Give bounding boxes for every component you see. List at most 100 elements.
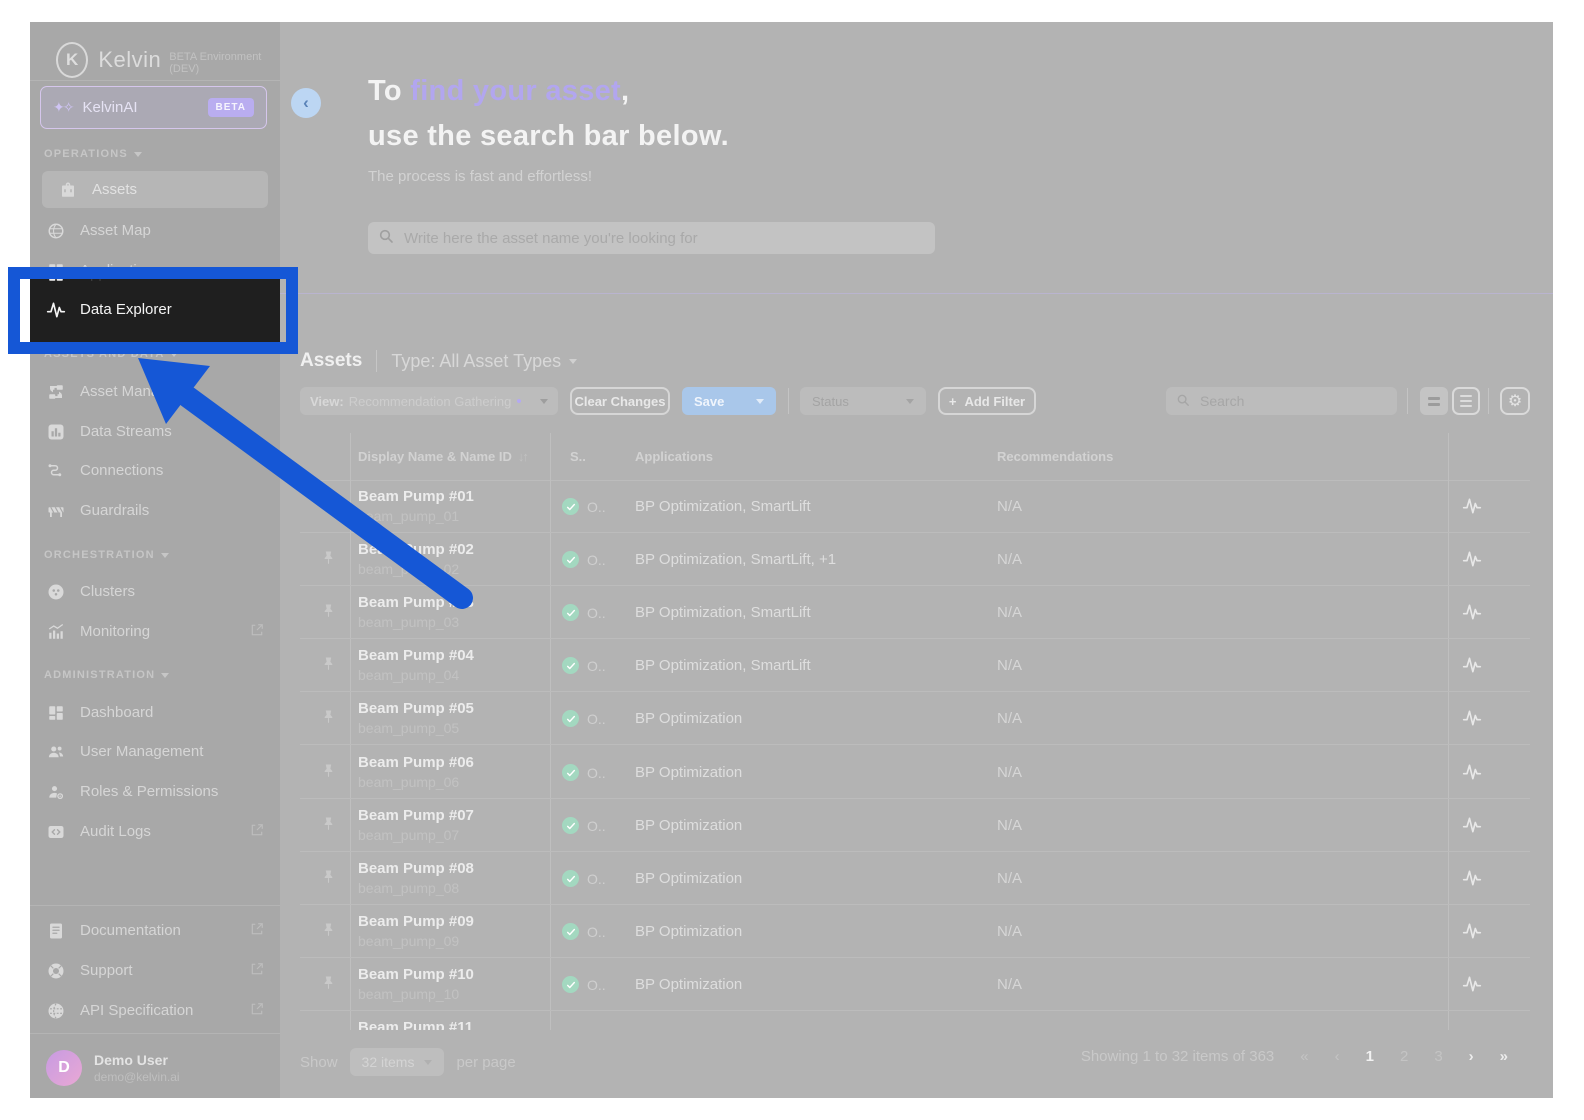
clear-changes-button[interactable]: Clear Changes — [570, 387, 670, 415]
applications-cell: BP Optimization — [635, 870, 743, 887]
recommendations-cell: N/A — [997, 710, 1023, 727]
gear-icon: ⚙ — [1507, 393, 1523, 410]
chevron-down-icon — [569, 358, 578, 364]
user-profile[interactable]: D Demo User demo@kelvin.ai — [30, 1040, 280, 1096]
open-in-data-explorer-icon[interactable] — [1462, 602, 1482, 627]
sidebar-item-api-specification[interactable]: API Specification — [30, 992, 280, 1029]
divider — [788, 388, 789, 414]
unsaved-dot: • — [516, 392, 522, 410]
section-administration[interactable]: ADMINISTRATION — [30, 669, 294, 681]
table-row[interactable]: Beam Pump #10 beam_pump_10 O.. BP Optimi… — [300, 958, 1530, 1011]
kelvinai-label: KelvinAI — [82, 99, 138, 116]
table-search-input[interactable] — [1198, 392, 1387, 410]
sidebar-collapse-button[interactable]: ‹ — [291, 88, 321, 118]
open-in-data-explorer-icon[interactable] — [1462, 655, 1482, 680]
section-operations[interactable]: OPERATIONS — [30, 148, 294, 160]
environment-label: BETA Environment (DEV) — [169, 51, 262, 75]
hero-title-line2: use the search bar below. — [368, 120, 729, 152]
sidebar-item-user-management[interactable]: User Management — [30, 733, 280, 770]
recommendations-cell: N/A — [997, 923, 1023, 940]
asset-id: beam_pump_10 — [358, 986, 460, 1002]
table-search-bar[interactable] — [1166, 387, 1397, 415]
dashboard-icon — [46, 703, 66, 723]
open-in-data-explorer-icon[interactable] — [1462, 868, 1482, 893]
avatar: D — [46, 1050, 82, 1086]
asset-name[interactable]: Beam Pump #08 — [358, 860, 474, 877]
sidebar-item-asset-map[interactable]: Asset Map — [30, 212, 280, 249]
pin-icon[interactable] — [322, 816, 335, 838]
sidebar-item-roles-permissions[interactable]: Roles & Permissions — [30, 773, 280, 810]
sort-icon[interactable]: ↓↑ — [518, 449, 529, 464]
pin-icon[interactable] — [322, 922, 335, 944]
sidebar-item-label: Assets — [92, 181, 138, 198]
open-in-data-explorer-icon[interactable] — [1462, 815, 1482, 840]
pin-icon[interactable] — [322, 709, 335, 731]
compact-view-button[interactable] — [1420, 387, 1448, 415]
table-row[interactable]: Beam Pump #05 beam_pump_05 O.. BP Optimi… — [300, 692, 1530, 745]
asset-name[interactable]: Beam Pump #07 — [358, 807, 474, 824]
asset-name[interactable]: Beam Pump #10 — [358, 966, 474, 983]
asset-name[interactable]: Beam Pump #11 — [358, 1019, 473, 1030]
table-row[interactable]: Beam Pump #08 beam_pump_08 O.. BP Optimi… — [300, 852, 1530, 905]
open-in-data-explorer-icon[interactable] — [1462, 974, 1482, 999]
user-name: Demo User — [94, 1052, 168, 1068]
asset-name[interactable]: Beam Pump #06 — [358, 754, 474, 771]
open-in-data-explorer-icon[interactable] — [1462, 549, 1482, 574]
status-filter-dropdown[interactable]: Status — [800, 387, 926, 415]
asset-name[interactable]: Beam Pump #09 — [358, 913, 474, 930]
next-page-icon[interactable]: › — [1469, 1048, 1474, 1065]
column-header-applications[interactable]: Applications — [635, 433, 713, 480]
table-settings-button[interactable]: ⚙ — [1500, 387, 1530, 415]
open-in-data-explorer-icon[interactable] — [1462, 762, 1482, 787]
asset-search-bar[interactable] — [368, 222, 935, 254]
open-in-data-explorer-icon[interactable] — [1462, 708, 1482, 733]
column-header-recommendations[interactable]: Recommendations — [997, 433, 1113, 480]
table-row[interactable]: Beam Pump #11 — [300, 1011, 1530, 1030]
status-ok-icon — [562, 710, 579, 727]
pin-icon[interactable] — [322, 869, 335, 891]
asset-id: beam_pump_06 — [358, 774, 460, 790]
sidebar-item-support[interactable]: Support — [30, 952, 280, 989]
sidebar-item-audit-logs[interactable]: Audit Logs — [30, 813, 280, 850]
asset-name[interactable]: Beam Pump #04 — [358, 647, 474, 664]
column-header-status[interactable]: S.. — [570, 433, 586, 480]
add-filter-button[interactable]: + Add Filter — [938, 387, 1036, 415]
list-view-button[interactable] — [1452, 387, 1480, 415]
sidebar-item-dashboard[interactable]: Dashboard — [30, 694, 280, 731]
last-page-icon[interactable]: » — [1500, 1048, 1508, 1065]
table-row[interactable]: Beam Pump #06 beam_pump_06 O.. BP Optimi… — [300, 746, 1530, 799]
page-number-3[interactable]: 3 — [1434, 1048, 1442, 1065]
prev-page-icon[interactable]: ‹ — [1335, 1048, 1340, 1065]
sidebar-item-documentation[interactable]: Documentation — [30, 912, 280, 949]
asset-id: beam_pump_04 — [358, 667, 460, 683]
pin-icon[interactable] — [322, 763, 335, 785]
divider — [1407, 388, 1408, 414]
pin-icon[interactable] — [322, 656, 335, 678]
recommendations-cell: N/A — [997, 551, 1023, 568]
asset-name[interactable]: Beam Pump #05 — [358, 700, 474, 717]
status-text: O.. — [587, 764, 606, 781]
open-in-data-explorer-icon[interactable] — [1462, 496, 1482, 521]
table-row[interactable]: Beam Pump #04 beam_pump_04 O.. BP Optimi… — [300, 639, 1530, 692]
first-page-icon[interactable]: « — [1300, 1048, 1308, 1065]
open-in-data-explorer-icon[interactable] — [1462, 921, 1482, 946]
applications-cell: BP Optimization — [635, 764, 743, 781]
sidebar-item-kelvinai[interactable]: ✦✧ KelvinAI BETA — [40, 86, 267, 129]
save-button[interactable]: Save — [682, 387, 776, 415]
asset-search-input[interactable] — [402, 228, 925, 248]
table-row[interactable]: Beam Pump #09 beam_pump_09 O.. BP Optimi… — [300, 905, 1530, 958]
page-number-1[interactable]: 1 — [1366, 1048, 1374, 1065]
brand-name: Kelvin — [98, 47, 162, 72]
chevron-down-icon — [756, 398, 764, 404]
table-row[interactable]: Beam Pump #07 beam_pump_07 O.. BP Optimi… — [300, 799, 1530, 852]
sidebar-item-label: API Specification — [80, 1002, 194, 1019]
sidebar-item-assets[interactable]: Assets — [42, 171, 268, 208]
globe-map-icon — [46, 221, 66, 241]
divider — [30, 905, 280, 906]
page-size-dropdown[interactable]: 32 items — [349, 1048, 445, 1076]
pin-icon[interactable] — [322, 975, 335, 997]
status-text: O.. — [587, 710, 606, 727]
page-number-2[interactable]: 2 — [1400, 1048, 1408, 1065]
brand-logo: K Kelvin BETA Environment (DEV) — [30, 40, 280, 80]
sidebar-item-label: Dashboard — [80, 704, 154, 721]
